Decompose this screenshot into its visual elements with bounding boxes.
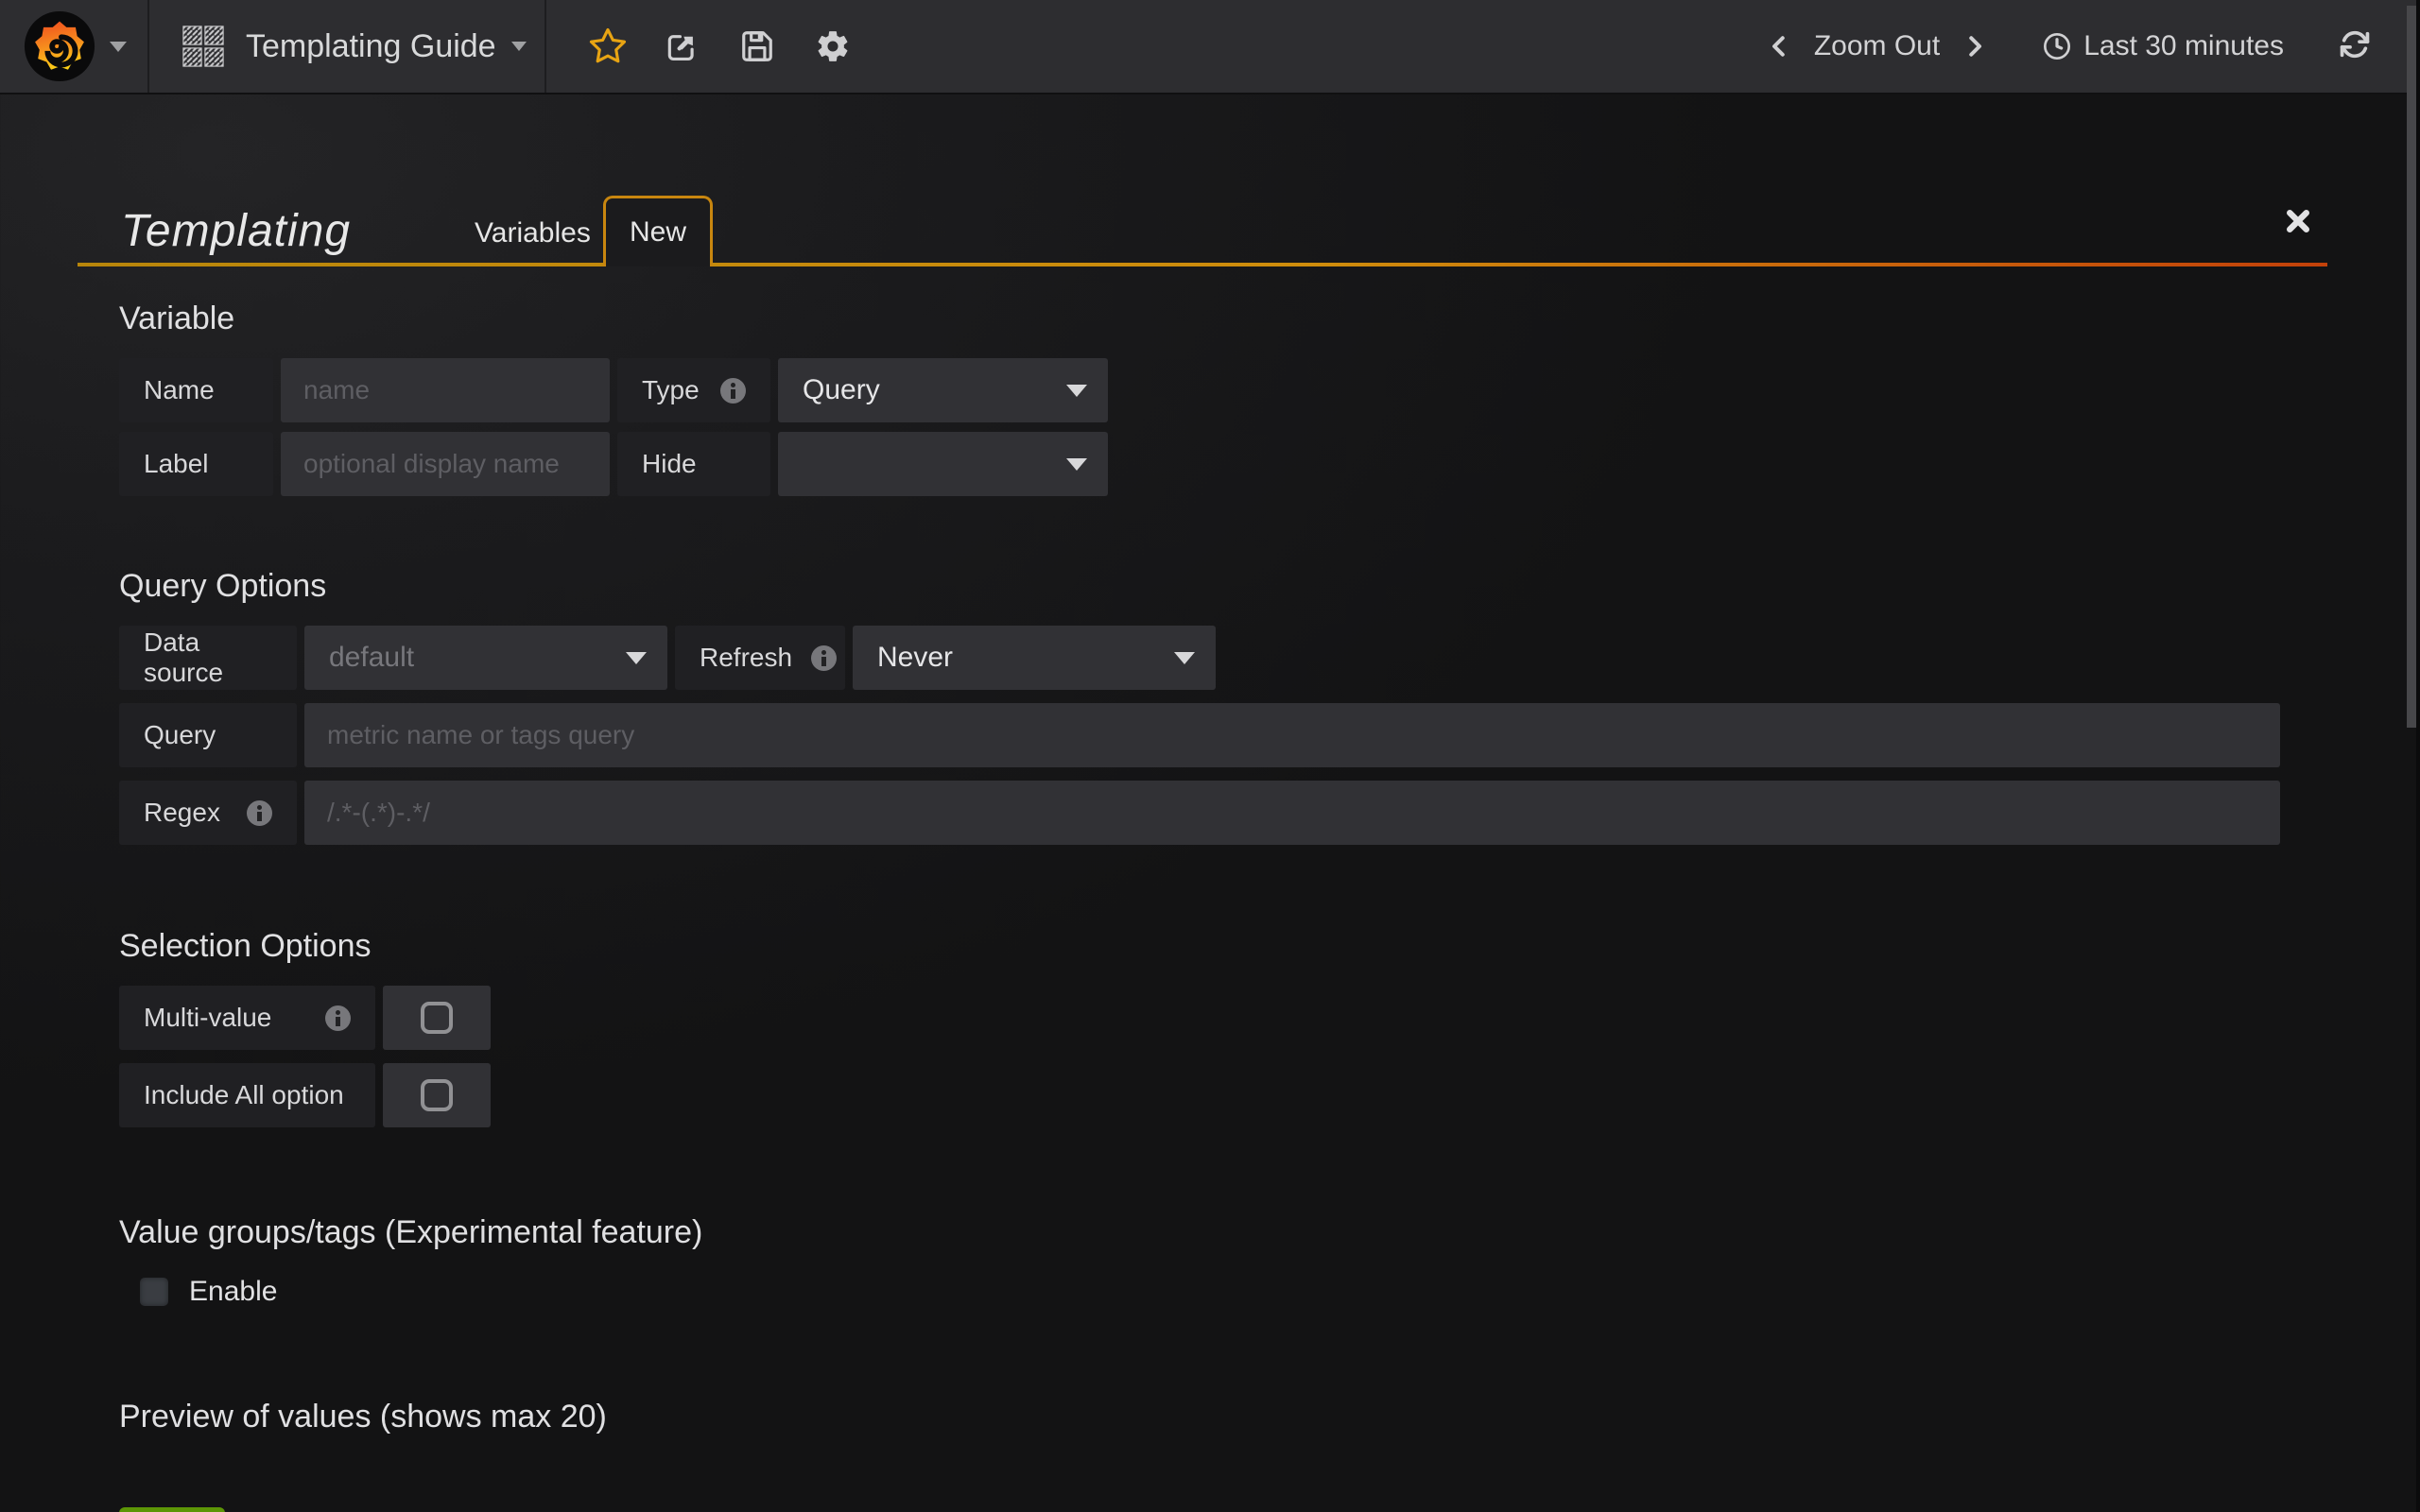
star-icon [588, 26, 628, 66]
close-editor-button[interactable] [2284, 207, 2312, 240]
type-select[interactable]: Query [778, 358, 1108, 422]
datasource-refresh-row: Data source default Refresh Never [119, 626, 2420, 690]
share-icon [664, 28, 700, 64]
multi-value-row: Multi-value [119, 986, 2420, 1050]
time-range-label: Last 30 minutes [2083, 30, 2284, 62]
section-preview: Preview of values (shows max 20) [119, 1399, 2420, 1435]
refresh-select[interactable]: Never [853, 626, 1216, 690]
tab-variables[interactable]: Variables [454, 204, 612, 263]
zoom-out-button[interactable]: Zoom Out [1814, 30, 1940, 62]
query-row: Query [119, 703, 2420, 767]
save-icon [739, 28, 775, 64]
clock-icon [2042, 31, 2072, 61]
select-caret-icon [1174, 652, 1195, 664]
section-heading: Preview of values (shows max 20) [119, 1399, 2420, 1435]
dashboard-title: Templating Guide [246, 28, 496, 65]
scrollbar-thumb[interactable] [2407, 6, 2416, 728]
page-title: Templating [121, 205, 351, 257]
query-input[interactable] [304, 703, 2280, 767]
query-label: Query [119, 703, 297, 767]
section-query-options: Query Options Data source default Refres… [119, 568, 2420, 845]
refresh-icon [2339, 28, 2371, 60]
info-icon[interactable] [720, 378, 746, 404]
include-all-row: Include All option [119, 1063, 2420, 1127]
enable-toggle[interactable]: Enable [119, 1276, 2420, 1308]
grafana-menu-button[interactable] [0, 0, 149, 93]
navbar: Templating Guide [0, 0, 2420, 94]
include-all-label: Include All option [119, 1063, 375, 1127]
scrollbar-track [2407, 0, 2420, 1512]
refresh-button[interactable] [2339, 28, 2371, 65]
multi-value-label: Multi-value [119, 986, 375, 1050]
section-heading: Variable [119, 301, 2420, 337]
datasource-select[interactable]: default [304, 626, 667, 690]
favorite-button[interactable] [588, 26, 664, 66]
name-type-row: Name Type Query [119, 358, 2420, 422]
section-variable: Variable Name Type Query Label Hide [119, 301, 2420, 496]
chevron-right-icon[interactable] [1961, 32, 1989, 60]
label-label: Label [119, 432, 273, 496]
hide-select[interactable] [778, 432, 1108, 496]
type-label: Type [617, 358, 770, 422]
add-button[interactable]: Add [119, 1507, 225, 1512]
section-selection-options: Selection Options Multi-value Include Al… [119, 928, 2420, 1127]
grafana-logo-icon [23, 9, 96, 83]
multi-value-checkbox[interactable] [383, 986, 491, 1050]
dashboard-title-caret-icon [511, 42, 527, 51]
section-heading: Value groups/tags (Experimental feature) [119, 1214, 2420, 1251]
time-range-picker[interactable]: Last 30 minutes [2042, 30, 2284, 62]
checkbox-icon [421, 1079, 453, 1111]
select-caret-icon [626, 652, 647, 664]
chevron-left-icon[interactable] [1765, 32, 1793, 60]
hide-label: Hide [617, 432, 770, 496]
navbar-spacer [890, 0, 1744, 93]
variable-editor-form: Variable Name Type Query Label Hide [0, 301, 2420, 1512]
scrollbar-edge [2416, 0, 2420, 1512]
save-button[interactable] [739, 28, 815, 64]
enable-label: Enable [189, 1276, 277, 1308]
tab-underline [78, 263, 2327, 266]
main-menu-caret-icon [110, 42, 127, 52]
settings-button[interactable] [815, 28, 890, 64]
name-label: Name [119, 358, 273, 422]
label-input[interactable] [281, 432, 610, 496]
datasource-label: Data source [119, 626, 297, 690]
gear-icon [815, 28, 851, 64]
section-heading: Selection Options [119, 928, 2420, 965]
include-all-checkbox[interactable] [383, 1063, 491, 1127]
regex-label: Regex [119, 781, 297, 845]
close-icon [2284, 207, 2312, 235]
info-icon[interactable] [325, 1005, 351, 1031]
navbar-actions [546, 0, 890, 93]
checkbox-icon [421, 1002, 453, 1034]
name-input[interactable] [281, 358, 610, 422]
dashboard-title-dropdown[interactable]: Templating Guide [149, 0, 546, 93]
dashboard-grid-icon [182, 25, 225, 68]
share-button[interactable] [664, 28, 739, 64]
label-hide-row: Label Hide [119, 432, 2420, 496]
info-icon[interactable] [247, 800, 272, 826]
time-controls: Zoom Out Last 30 minutes [1744, 0, 2420, 93]
refresh-label: Refresh [675, 626, 845, 690]
info-icon[interactable] [811, 645, 837, 671]
tab-new[interactable]: New [603, 196, 713, 266]
regex-input[interactable] [304, 781, 2280, 845]
section-heading: Query Options [119, 568, 2420, 605]
enable-checkbox-icon [140, 1278, 168, 1306]
regex-row: Regex [119, 781, 2420, 845]
section-value-groups: Value groups/tags (Experimental feature)… [119, 1214, 2420, 1308]
select-caret-icon [1066, 458, 1087, 471]
templating-editor-header: Templating Variables New [78, 187, 2327, 266]
select-caret-icon [1066, 385, 1087, 397]
